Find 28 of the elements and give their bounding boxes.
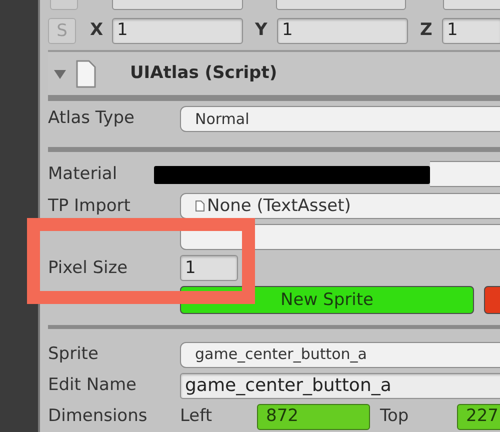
- dimension-field[interactable]: 227: [457, 404, 500, 430]
- sprite-dropdown[interactable]: game_center_button_a: [180, 342, 500, 368]
- atlas-type-dropdown[interactable]: Normal: [180, 106, 500, 132]
- coordinates-dropdown[interactable]: [180, 224, 500, 250]
- field-label: Sprite: [48, 342, 100, 366]
- field-label: TP Import: [48, 194, 132, 218]
- field-label: Dimensions: [48, 404, 148, 428]
- dimension-label: Top: [380, 404, 410, 428]
- axis-label: X: [90, 19, 104, 42]
- file-icon: [195, 200, 205, 212]
- field-label: Pixel Size: [48, 256, 129, 280]
- input-field[interactable]: 1: [277, 18, 408, 44]
- axis-label: Z: [420, 19, 434, 42]
- field-label: Atlas Type: [48, 107, 136, 130]
- dimension-field[interactable]: 872: [257, 404, 370, 430]
- material-field[interactable]: [430, 161, 500, 188]
- pixel-size-field[interactable]: 1: [180, 255, 238, 282]
- axis-label: Y: [255, 19, 268, 42]
- component-title: UIAtlas (Script): [130, 62, 278, 85]
- document-icon: [75, 60, 97, 88]
- field-label: Material: [48, 162, 118, 186]
- expand-triangle-icon[interactable]: [53, 68, 67, 80]
- edit-name-field[interactable]: game_center_button_a: [180, 372, 500, 399]
- input-field[interactable]: 1: [112, 18, 243, 44]
- dimension-label: Left: [180, 404, 213, 428]
- field-label: Edit Name: [48, 374, 138, 397]
- input-field[interactable]: 1: [442, 18, 500, 44]
- tp-import-field[interactable]: None (TextAsset): [180, 193, 500, 220]
